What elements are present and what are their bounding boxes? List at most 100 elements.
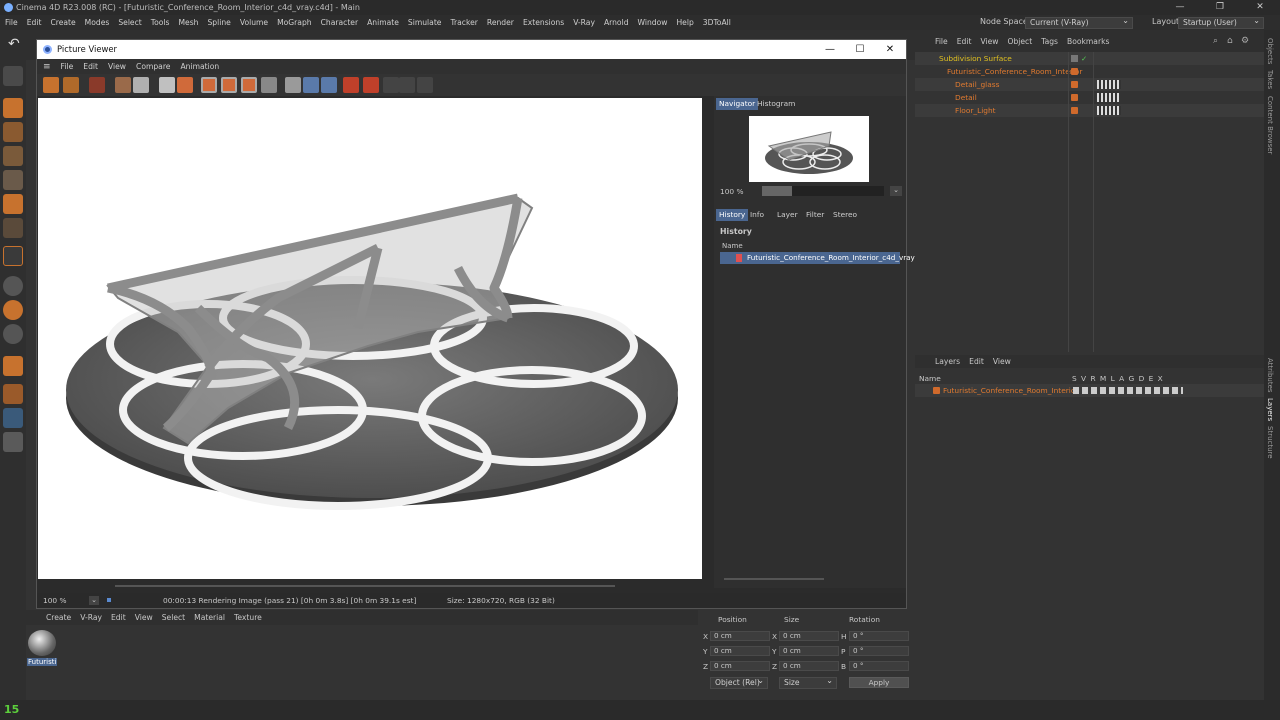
menu-tools[interactable]: Tools [151, 18, 170, 27]
render-canvas[interactable] [38, 98, 702, 579]
obj-menu-tags[interactable]: Tags [1041, 37, 1058, 46]
mat-menu-create[interactable]: Create [46, 613, 71, 622]
tab-takes[interactable]: Takes [1266, 70, 1274, 89]
size-z-field[interactable]: 0 cm [779, 661, 839, 671]
rotation-p-field[interactable]: 0 ° [849, 646, 909, 656]
size-y-field[interactable]: 0 cm [779, 646, 839, 656]
full-view-icon[interactable] [321, 77, 337, 93]
obj-menu-object[interactable]: Object [1007, 37, 1032, 46]
pv-zoom-value[interactable]: 100 % [43, 593, 66, 608]
snap-icon[interactable] [3, 276, 23, 296]
channel-alpha-icon[interactable] [261, 77, 277, 93]
single-pass-icon[interactable] [285, 77, 301, 93]
obj-menu-view[interactable]: View [980, 37, 998, 46]
snapshot-icon[interactable] [177, 77, 193, 93]
home-icon[interactable]: ⌂ [1227, 36, 1233, 46]
tab-info[interactable]: Info [747, 209, 767, 221]
texture-mode-icon[interactable] [3, 122, 23, 142]
rotation-b-field[interactable]: 0 ° [849, 661, 909, 671]
material-label[interactable]: Futuristi [27, 658, 58, 666]
material-tags-icon[interactable] [1097, 93, 1121, 102]
object-row-subdivision[interactable]: Subdivision Surface ✓ [915, 52, 1264, 65]
horizontal-scrollbar[interactable] [724, 578, 824, 580]
pv-menu-edit[interactable]: Edit [83, 62, 98, 71]
canvas-scrollbar[interactable] [115, 585, 615, 587]
menu-help[interactable]: Help [676, 18, 693, 27]
lock-workplane-icon[interactable] [3, 432, 23, 452]
navigator-preview[interactable] [749, 116, 869, 182]
mat-menu-material[interactable]: Material [194, 613, 225, 622]
channel-blue-icon[interactable] [241, 77, 257, 93]
uv-mode-icon[interactable] [3, 218, 23, 238]
zoom-dropdown-icon[interactable]: ⌄ [890, 186, 902, 196]
position-x-field[interactable]: 0 cm [710, 631, 770, 641]
mat-menu-texture[interactable]: Texture [234, 613, 262, 622]
tab-structure[interactable]: Structure [1266, 426, 1274, 459]
tab-objects[interactable]: Objects [1266, 38, 1274, 64]
region-icon[interactable] [115, 77, 131, 93]
save-icon[interactable] [63, 77, 79, 93]
rotation-h-field[interactable]: 0 ° [849, 631, 909, 641]
pv-close-icon[interactable]: ✕ [875, 40, 905, 59]
object-visibility-icon[interactable] [1071, 55, 1078, 62]
lock-icon[interactable] [417, 77, 433, 93]
snap-workplane-icon[interactable] [3, 324, 23, 344]
menu-tracker[interactable]: Tracker [450, 18, 477, 27]
menu-extensions[interactable]: Extensions [523, 18, 564, 27]
tab-content-browser[interactable]: Content Browser [1266, 96, 1274, 154]
pv-menu-file[interactable]: File [61, 62, 74, 71]
object-row-detail-glass[interactable]: Detail_glass [915, 78, 1264, 91]
apply-button[interactable]: Apply [849, 677, 909, 688]
pv-menu-view[interactable]: View [108, 62, 126, 71]
menu-render[interactable]: Render [487, 18, 514, 27]
minimize-icon[interactable]: — [1160, 0, 1200, 15]
tab-navigator[interactable]: Navigator [716, 98, 759, 110]
menu-character[interactable]: Character [321, 18, 359, 27]
coordinate-mode-select[interactable]: Object (Rel) [710, 676, 768, 689]
tab-history[interactable]: History [716, 209, 749, 221]
settings-icon[interactable]: ⚙ [1241, 36, 1249, 46]
menu-select[interactable]: Select [118, 18, 141, 27]
material-tags-icon[interactable] [1097, 106, 1121, 115]
filter-a-icon[interactable] [343, 77, 359, 93]
obj-menu-file[interactable]: File [935, 37, 948, 46]
check-icon[interactable]: ✓ [1081, 52, 1087, 65]
obj-menu-edit[interactable]: Edit [957, 37, 972, 46]
menu-modes[interactable]: Modes [85, 18, 110, 27]
restore-icon[interactable]: ❐ [1200, 0, 1240, 15]
search-icon[interactable]: ⌕ [1213, 36, 1218, 46]
undo-icon[interactable]: ↶ [8, 36, 20, 52]
layer-row[interactable]: Futuristic_Conference_Room_Interior [915, 384, 1264, 397]
node-space-select[interactable]: Current (V-Ray) [1025, 16, 1133, 29]
object-row-floor-light[interactable]: Floor_Light [915, 104, 1264, 117]
tab-attributes[interactable]: Attributes [1266, 358, 1274, 393]
menu-spline[interactable]: Spline [207, 18, 230, 27]
history-item[interactable]: Futuristic_Conference_Room_Interior_c4d_… [720, 252, 915, 264]
workplane-icon[interactable] [3, 384, 23, 404]
menu-edit[interactable]: Edit [27, 18, 42, 27]
tab-layers[interactable]: Layers [1266, 398, 1274, 421]
material-tags-icon[interactable] [1097, 80, 1121, 89]
menu-animate[interactable]: Animate [367, 18, 399, 27]
menu-simulate[interactable]: Simulate [408, 18, 442, 27]
size-mode-select[interactable]: Size [779, 676, 837, 689]
filter-b-icon[interactable] [363, 77, 379, 93]
menu-mograph[interactable]: MoGraph [277, 18, 312, 27]
mat-menu-vray[interactable]: V-Ray [80, 613, 102, 622]
close-icon[interactable]: ✕ [1240, 0, 1280, 15]
zoom-slider[interactable] [762, 186, 884, 196]
pv-minimize-icon[interactable]: — [815, 40, 845, 59]
tab-layer[interactable]: Layer [774, 209, 801, 221]
menu-create[interactable]: Create [50, 18, 75, 27]
ab-compare-icon[interactable] [133, 77, 149, 93]
layers-menu-view[interactable]: View [993, 357, 1011, 366]
info-icon[interactable] [399, 77, 415, 93]
channel-green-icon[interactable] [221, 77, 237, 93]
layer-flag-icons[interactable] [1073, 387, 1183, 394]
layout-select[interactable]: Startup (User) [1178, 16, 1264, 29]
menu-window[interactable]: Window [638, 18, 668, 27]
pv-menu-compare[interactable]: Compare [136, 62, 170, 71]
model-mode-icon[interactable] [3, 98, 23, 118]
grid-icon[interactable] [3, 408, 23, 428]
mat-menu-edit[interactable]: Edit [111, 613, 126, 622]
